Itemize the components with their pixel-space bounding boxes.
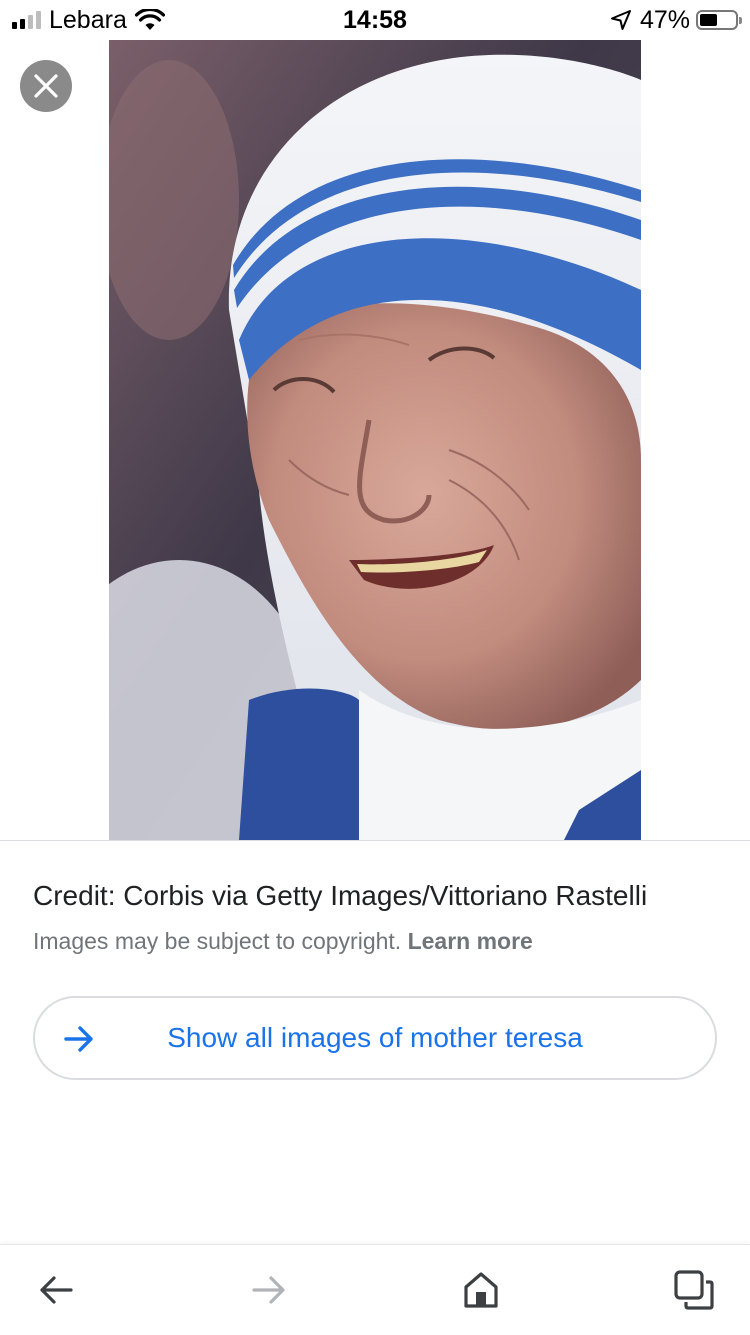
- close-button[interactable]: [20, 60, 72, 112]
- close-icon: [34, 74, 58, 98]
- tabs-button[interactable]: [669, 1265, 719, 1315]
- bottom-toolbar: [0, 1244, 750, 1335]
- forward-icon: [252, 1276, 285, 1304]
- carrier-name: Lebara: [49, 5, 127, 34]
- back-button[interactable]: [31, 1265, 81, 1315]
- status-right: 47%: [610, 5, 742, 34]
- home-button[interactable]: [456, 1265, 506, 1315]
- status-left: Lebara: [12, 6, 165, 34]
- location-arrow-icon: [610, 10, 631, 30]
- back-icon: [40, 1276, 73, 1304]
- show-all-images-label: Show all images of mother teresa: [167, 1022, 583, 1053]
- wifi-icon: [134, 9, 165, 30]
- copyright-text: Images may be subject to copyright.: [33, 928, 402, 954]
- preview-image: [109, 40, 641, 840]
- signal-strength-icon: [12, 11, 41, 29]
- image-credit: Credit: Corbis via Getty Images/Vittoria…: [33, 880, 648, 911]
- forward-button[interactable]: [244, 1265, 294, 1315]
- show-all-images-button[interactable]: Show all images of mother teresa: [33, 996, 717, 1080]
- tabs-icon: [674, 1270, 714, 1310]
- arrow-right-icon: [64, 1026, 93, 1052]
- home-icon: [464, 1272, 498, 1308]
- battery-icon: [696, 10, 742, 30]
- portrait-photo: [109, 40, 641, 840]
- copyright-notice: Images may be subject to copyright. Lear…: [33, 928, 533, 955]
- status-bar: Lebara 14:58 47%: [0, 0, 750, 40]
- learn-more-link[interactable]: Learn more: [408, 928, 533, 954]
- divider: [0, 840, 750, 841]
- battery-percentage: 47%: [639, 5, 690, 34]
